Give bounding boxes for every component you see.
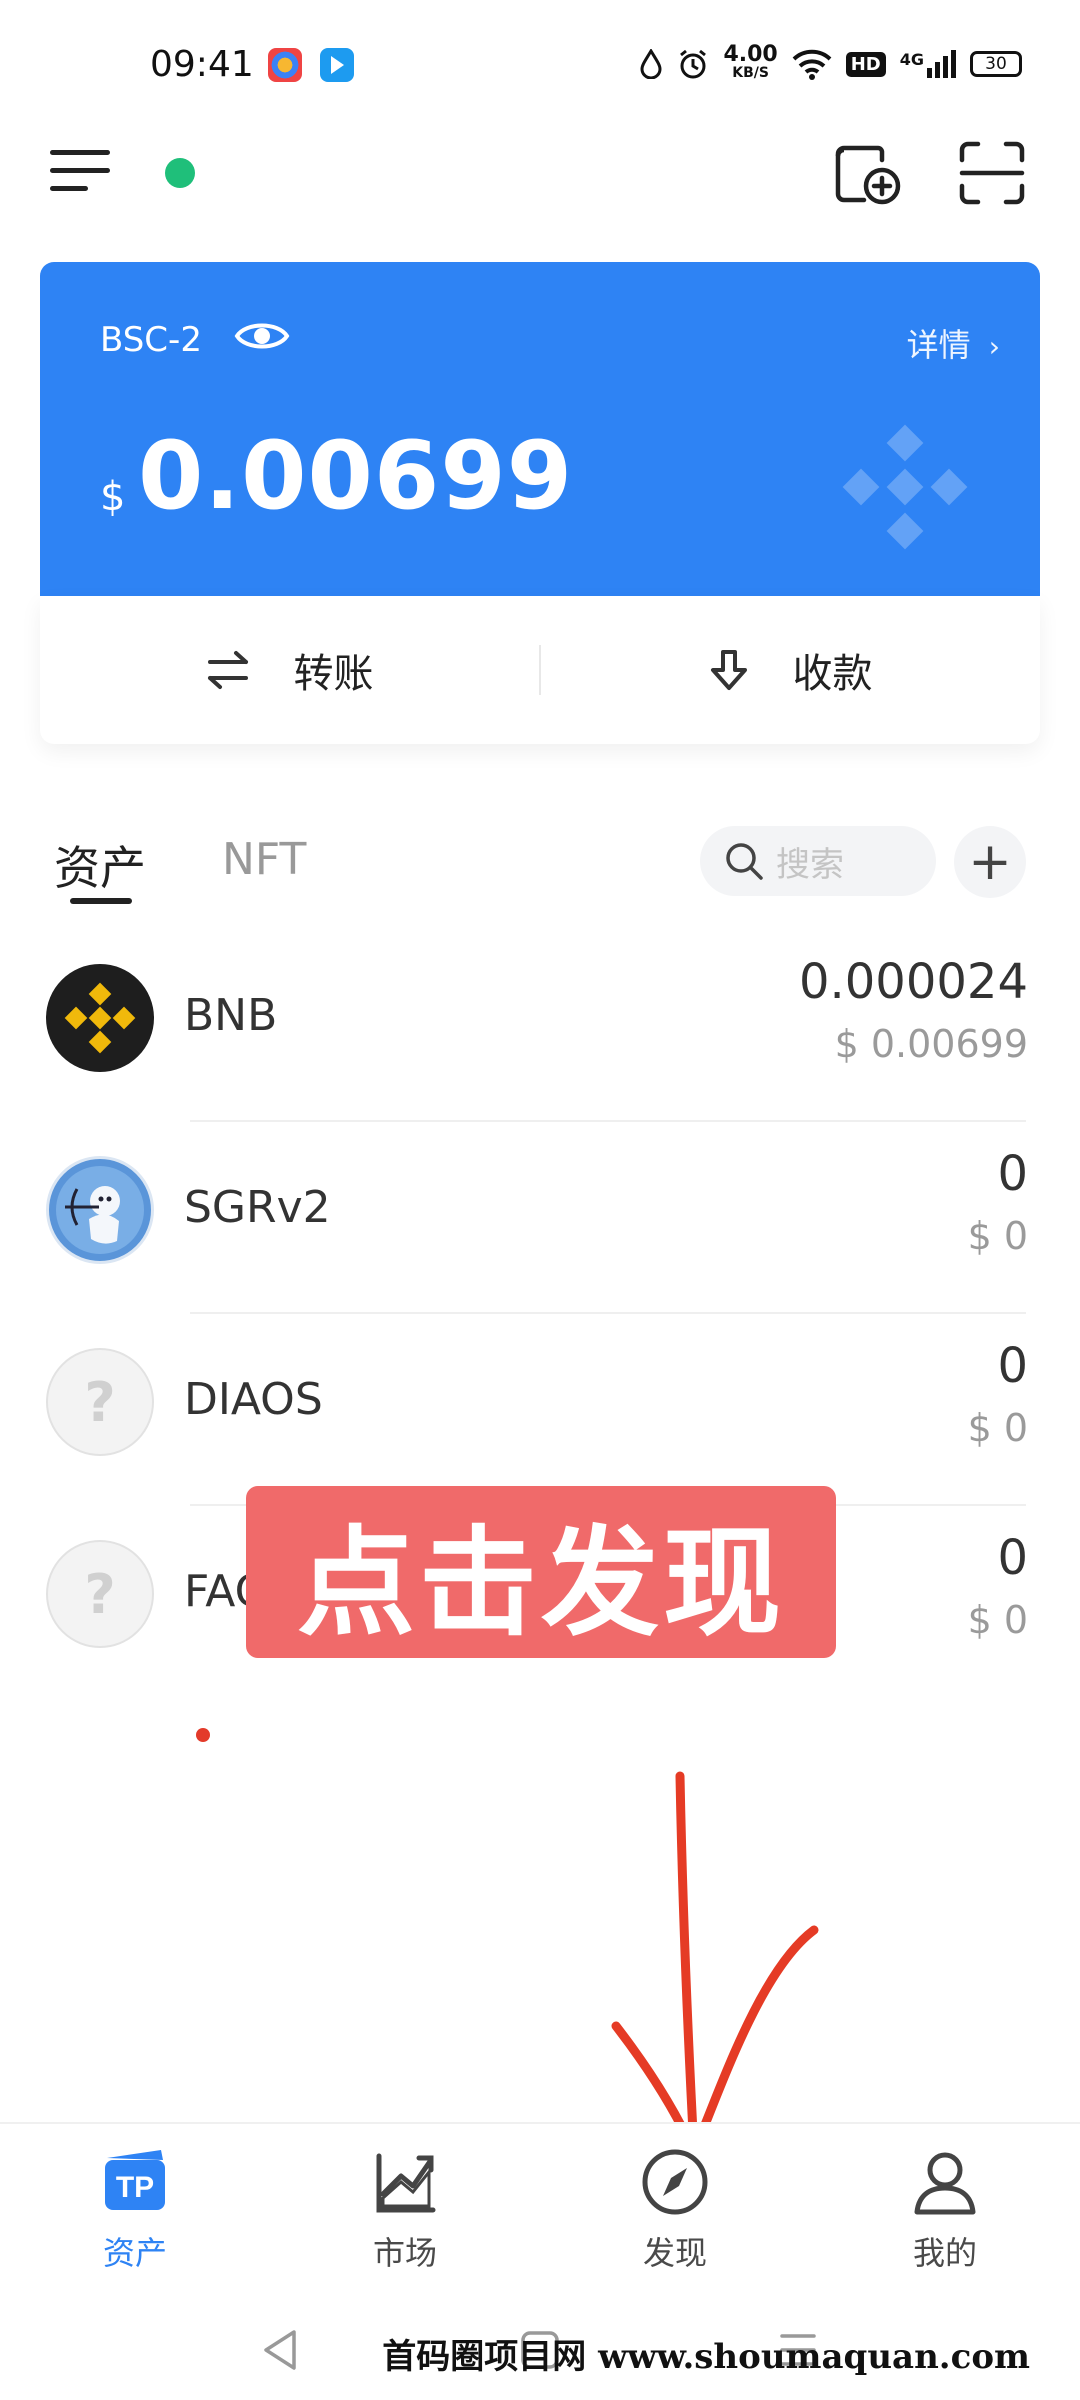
token-value: $ 0.00699	[834, 1022, 1028, 1066]
token-name: BNB	[184, 990, 278, 1041]
transfer-label: 转账	[293, 651, 374, 697]
nav-label: 资产	[102, 2234, 167, 2272]
market-chart-icon	[376, 2153, 436, 2213]
bnb-logo-icon	[46, 964, 154, 1072]
details-label: 详情	[906, 326, 971, 364]
token-value: $ 0	[967, 1406, 1028, 1450]
transfer-button[interactable]: 转账	[40, 596, 539, 744]
svg-text:TP: TP	[116, 2171, 154, 2204]
connection-status-dot	[165, 158, 195, 188]
nav-assets[interactable]: TP 资产	[0, 2124, 270, 2302]
compass-icon	[642, 2149, 708, 2215]
chevron-right-icon: ›	[988, 330, 1000, 363]
network-speed-unit: KB/S	[732, 65, 769, 81]
token-amount: 0	[997, 1530, 1028, 1586]
tp-wallet-icon: TP	[105, 2150, 165, 2210]
network-speed: 4.00 KB/S	[723, 42, 778, 82]
token-name: SGRv2	[184, 1182, 331, 1233]
message-app-icon	[320, 48, 354, 82]
network-speed-value: 4.00	[723, 42, 778, 67]
download-arrow-icon	[710, 650, 747, 690]
tab-assets[interactable]: 资产	[54, 832, 146, 898]
nav-label: 我的	[912, 2234, 977, 2272]
search-placeholder: 搜索	[776, 844, 844, 885]
app-notification-icon	[268, 48, 302, 82]
currency-symbol: $	[100, 474, 126, 520]
wifi-icon	[792, 49, 832, 80]
alarm-icon	[680, 49, 707, 79]
details-link[interactable]: 详情 ›	[907, 320, 1000, 366]
transfer-icon	[207, 651, 248, 689]
eye-icon[interactable]	[234, 316, 290, 356]
profile-icon	[914, 2152, 976, 2215]
nav-discover[interactable]: 发现	[540, 2124, 810, 2302]
signal-bar-icon	[935, 62, 940, 78]
unknown-token-icon: ?	[46, 1348, 154, 1456]
wallet-card[interactable]: BSC-2 详情 › $ 0.00699	[40, 262, 1040, 596]
signal-bar-icon	[943, 56, 948, 78]
token-amount: 0	[997, 1146, 1028, 1202]
signal-bar-icon	[951, 50, 956, 78]
search-icon	[726, 843, 763, 880]
system-navigation: 首码圈项目网 www.shoumaquan.com	[0, 2300, 1080, 2400]
data-saver-icon	[640, 49, 662, 79]
receive-button[interactable]: 收款	[541, 596, 1040, 744]
token-row-sgrv2[interactable]: SGRv2 0 $ 0	[0, 1122, 1080, 1312]
plus-icon: +	[968, 832, 1012, 892]
annotation-arrow	[611, 1771, 819, 2157]
hd-badge: HD	[845, 51, 886, 77]
add-wallet-icon[interactable]	[834, 140, 904, 206]
nav-label: 市场	[372, 2234, 437, 2272]
bnb-watermark-icon	[842, 424, 968, 550]
token-value: $ 0	[967, 1214, 1028, 1258]
nav-market[interactable]: 市场	[270, 2124, 540, 2302]
token-amount: 0.000024	[798, 954, 1028, 1010]
search-input[interactable]: 搜索	[700, 826, 936, 896]
menu-icon[interactable]	[50, 150, 114, 194]
card-actions: 转账 收款	[40, 596, 1040, 744]
bottom-navigation: TP 资产 市场 发现 我的	[0, 2122, 1080, 2302]
cell-signal: 4G	[900, 50, 956, 78]
signal-bar-icon	[927, 68, 932, 78]
sgr-logo-icon	[46, 1156, 154, 1264]
nav-label: 发现	[642, 2234, 707, 2272]
tab-active-indicator	[70, 898, 132, 904]
token-name: DIAOS	[184, 1374, 323, 1425]
receive-label: 收款	[792, 651, 873, 697]
total-balance: 0.00699	[138, 422, 574, 531]
annotation-dot	[196, 1728, 210, 1742]
status-icons: 4.00 KB/S HD 4G 30	[639, 42, 1022, 82]
network-name: BSC-2	[100, 320, 202, 360]
unknown-token-icon: ?	[46, 1540, 154, 1648]
site-watermark: 首码圈项目网 www.shoumaquan.com	[382, 2337, 1030, 2377]
instruction-banner: 点击发现	[246, 1486, 836, 1658]
status-time: 09:41	[150, 44, 254, 85]
nav-profile[interactable]: 我的	[810, 2124, 1080, 2302]
scan-icon[interactable]	[958, 140, 1026, 206]
token-value: $ 0	[967, 1598, 1028, 1642]
token-row-bnb[interactable]: BNB 0.000024 $ 0.00699	[0, 930, 1080, 1120]
tab-nft[interactable]: NFT	[222, 834, 306, 885]
add-token-button[interactable]: +	[954, 826, 1026, 898]
token-row-diaos[interactable]: ? DIAOS 0 $ 0	[0, 1314, 1080, 1504]
cell-type: 4G	[899, 50, 924, 69]
back-icon[interactable]	[260, 2328, 300, 2372]
token-amount: 0	[997, 1338, 1028, 1394]
battery-icon: 30	[970, 51, 1022, 77]
